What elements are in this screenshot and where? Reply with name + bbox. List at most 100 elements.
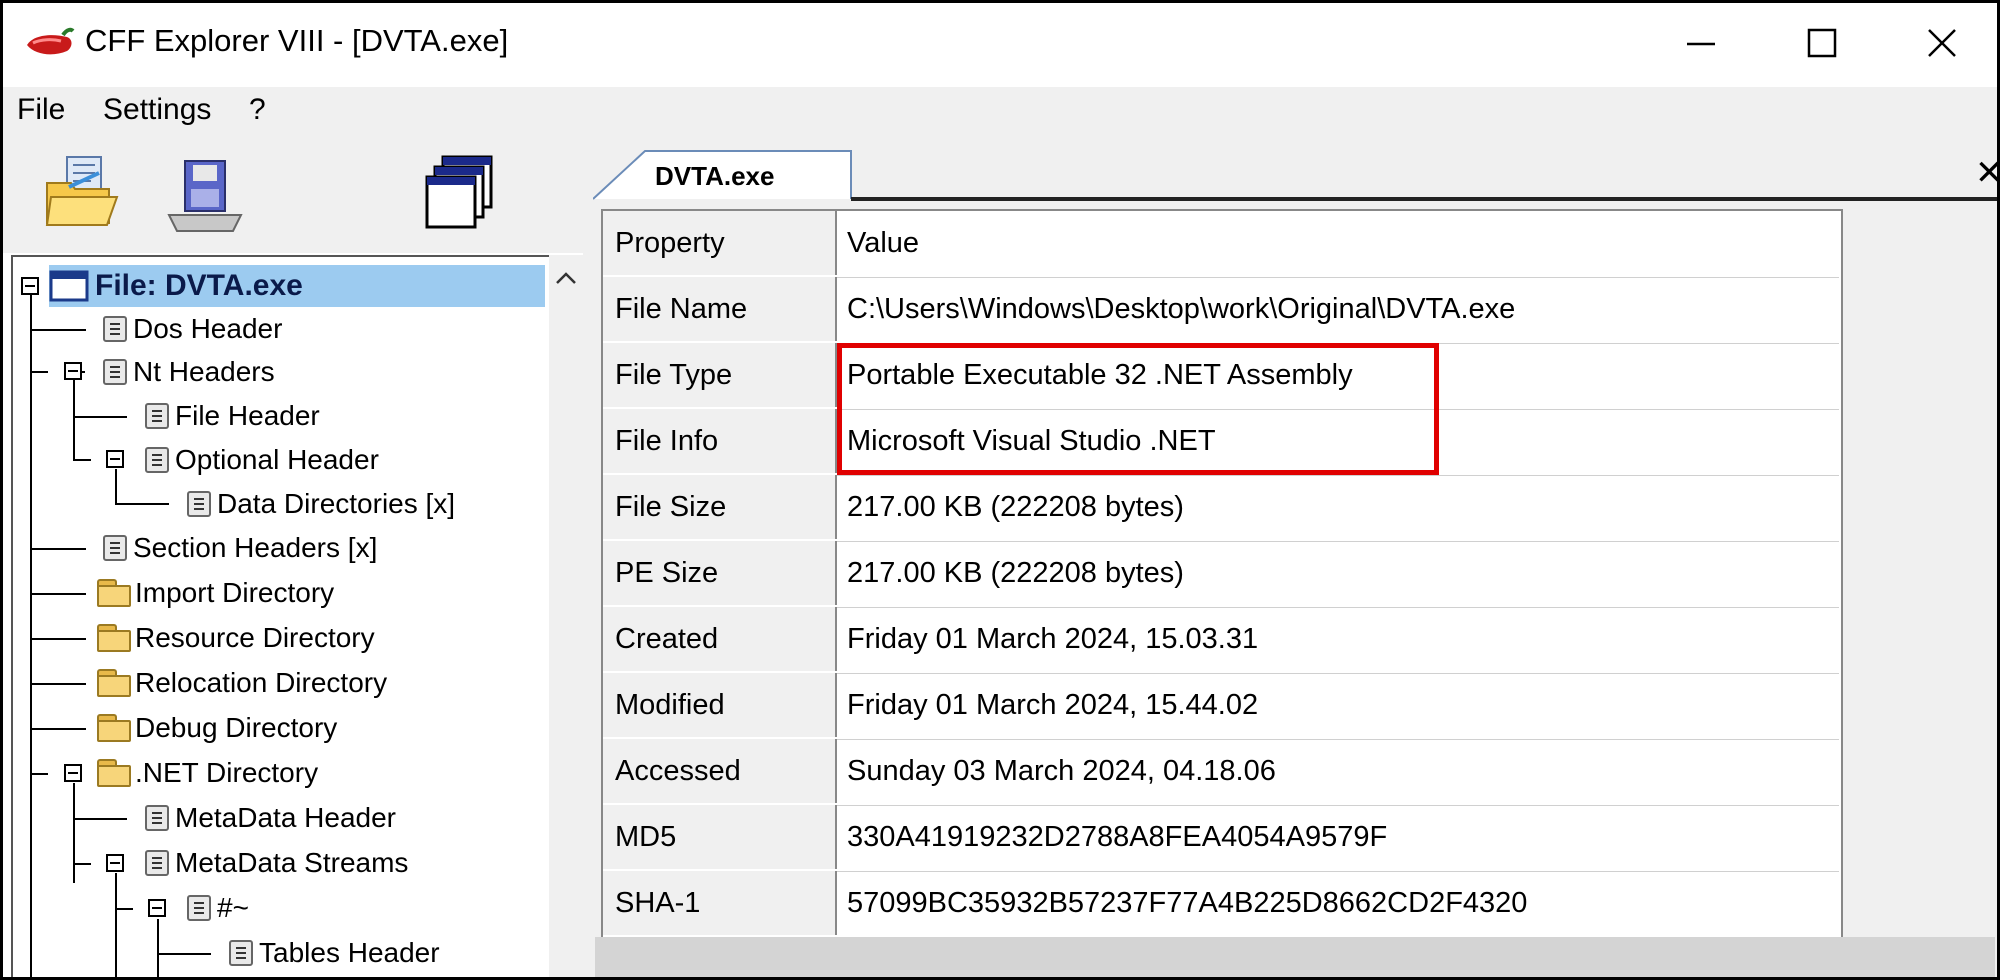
tab-strip: DVTA.exe ✕ [593,149,1997,201]
property-cell: File Name [603,277,837,341]
table-row[interactable]: Accessed Sunday 03 March 2024, 04.18.06 [603,739,1839,806]
collapse-toggle[interactable] [21,277,39,295]
value-cell: Sunday 03 March 2024, 04.18.06 [847,755,1276,787]
value-cell: Friday 01 March 2024, 15.03.31 [847,623,1259,655]
tree-line [30,329,86,331]
collapse-toggle[interactable] [64,764,82,782]
close-tab-icon[interactable]: ✕ [1975,153,1997,193]
tree-item-root[interactable]: File: DVTA.exe [49,265,545,307]
menu-settings[interactable]: Settings [103,93,211,127]
table-row[interactable]: PE Size 217.00 KB (222208 bytes) [603,541,1839,608]
tree-item-label: Nt Headers [133,356,275,387]
table-header-row: Property Value [603,211,1839,278]
table-row[interactable]: MD5 330A41919232D2788A8FEA4054A9579F [603,805,1839,872]
menu-file[interactable]: File [17,93,65,127]
tree-line [73,818,127,820]
tree-item-relocation-directory[interactable]: Relocation Directory [97,662,387,704]
tree-line [73,863,91,865]
document-icon [103,359,127,385]
table-row[interactable]: File Size 217.00 KB (222208 bytes) [603,475,1839,542]
property-cell: File Size [603,475,837,539]
close-button[interactable] [1883,3,1997,85]
document-icon [145,805,169,831]
tree-item-import-directory[interactable]: Import Directory [97,572,334,614]
property-cell: Accessed [603,739,837,803]
folder-icon [97,669,133,697]
tree-item-nt-headers[interactable]: Nt Headers [103,351,275,393]
window-icon [49,270,89,302]
tree-item-label: File: DVTA.exe [95,269,303,302]
tab-dvta-exe[interactable]: DVTA.exe [593,149,851,199]
table-row[interactable]: Created Friday 01 March 2024, 15.03.31 [603,607,1839,674]
window-title: CFF Explorer VIII - [DVTA.exe] [85,23,509,58]
tree-item-debug-directory[interactable]: Debug Directory [97,707,337,749]
properties-table: Property Value File Name C:\Users\Window… [601,209,1843,941]
tree-item-label: Debug Directory [135,712,338,743]
tree-item-net-directory[interactable]: .NET Directory [97,752,318,794]
tree-line [30,371,48,373]
table-row[interactable]: File Name C:\Users\Windows\Desktop\work\… [603,277,1839,344]
column-header-value: Value [847,227,920,259]
folder-icon [97,624,133,652]
folder-icon [97,759,133,787]
minimize-button[interactable] [1643,3,1763,85]
tree-item-resource-directory[interactable]: Resource Directory [97,617,375,659]
value-cell: C:\Users\Windows\Desktop\work\Original\D… [847,293,1516,325]
tree-item-label: Section Headers [x] [133,532,378,563]
folder-icon [97,579,133,607]
document-icon [145,850,169,876]
tree-item-metadata-header[interactable]: MetaData Header [145,797,396,839]
toolbar [3,137,583,253]
value-cell: 217.00 KB (222208 bytes) [847,557,1184,589]
property-cell: PE Size [603,541,837,605]
windows-cascade-icon[interactable] [423,153,503,233]
tree-line [157,953,211,955]
property-cell: File Type [603,343,837,407]
tree-line [73,459,91,461]
tree-line [73,783,75,883]
tree-item-section-headers[interactable]: Section Headers [x] [103,527,377,569]
tree-item-data-directories[interactable]: Data Directories [x] [187,483,455,525]
collapse-toggle[interactable] [148,899,166,917]
tree-line [115,503,169,505]
collapse-toggle[interactable] [106,854,124,872]
property-cell: Modified [603,673,837,737]
folder-icon [97,714,133,742]
tree-line [30,683,86,685]
tree-line [115,908,133,910]
tree-line [30,593,86,595]
menu-help[interactable]: ? [249,93,266,127]
collapse-toggle[interactable] [106,450,124,468]
tree-item-label: Tables Header [259,937,440,968]
document-icon [103,316,127,342]
maximize-button[interactable] [1763,3,1883,85]
tree-line [30,548,86,550]
tree-item-label: Resource Directory [135,622,375,653]
property-cell: Created [603,607,837,671]
horizontal-scrollbar[interactable] [595,937,1995,977]
value-cell: 217.00 KB (222208 bytes) [847,491,1184,523]
document-icon [103,535,127,561]
tree-item-file-header[interactable]: File Header [145,395,320,437]
open-folder-icon[interactable] [43,153,123,233]
document-icon [145,403,169,429]
tree-item-label: Relocation Directory [135,667,388,698]
highlight-box [837,343,1439,475]
tree-item-tables-header[interactable]: Tables Header [229,932,440,974]
maximize-icon [1807,28,1837,58]
tree-line [73,379,75,459]
table-row[interactable]: SHA-1 57099BC35932B57237F77A4B225D8662CD… [603,871,1839,938]
tree-item-label: MetaData Streams [175,847,409,878]
save-disk-icon[interactable] [163,157,247,237]
tree-item-optional-header[interactable]: Optional Header [145,439,379,481]
scroll-up-icon[interactable] [549,261,583,295]
collapse-toggle[interactable] [64,362,82,380]
property-cell: File Info [603,409,837,473]
menu-bar: File Settings ? [3,87,1997,137]
tree-line [115,873,117,977]
tree-item-metadata-streams[interactable]: MetaData Streams [145,842,408,884]
tree-item-dos-header[interactable]: Dos Header [103,308,282,350]
table-row[interactable]: Modified Friday 01 March 2024, 15.44.02 [603,673,1839,740]
tree-scrollbar[interactable] [549,255,583,977]
tree-item-tilde-stream[interactable]: #~ [187,887,249,929]
